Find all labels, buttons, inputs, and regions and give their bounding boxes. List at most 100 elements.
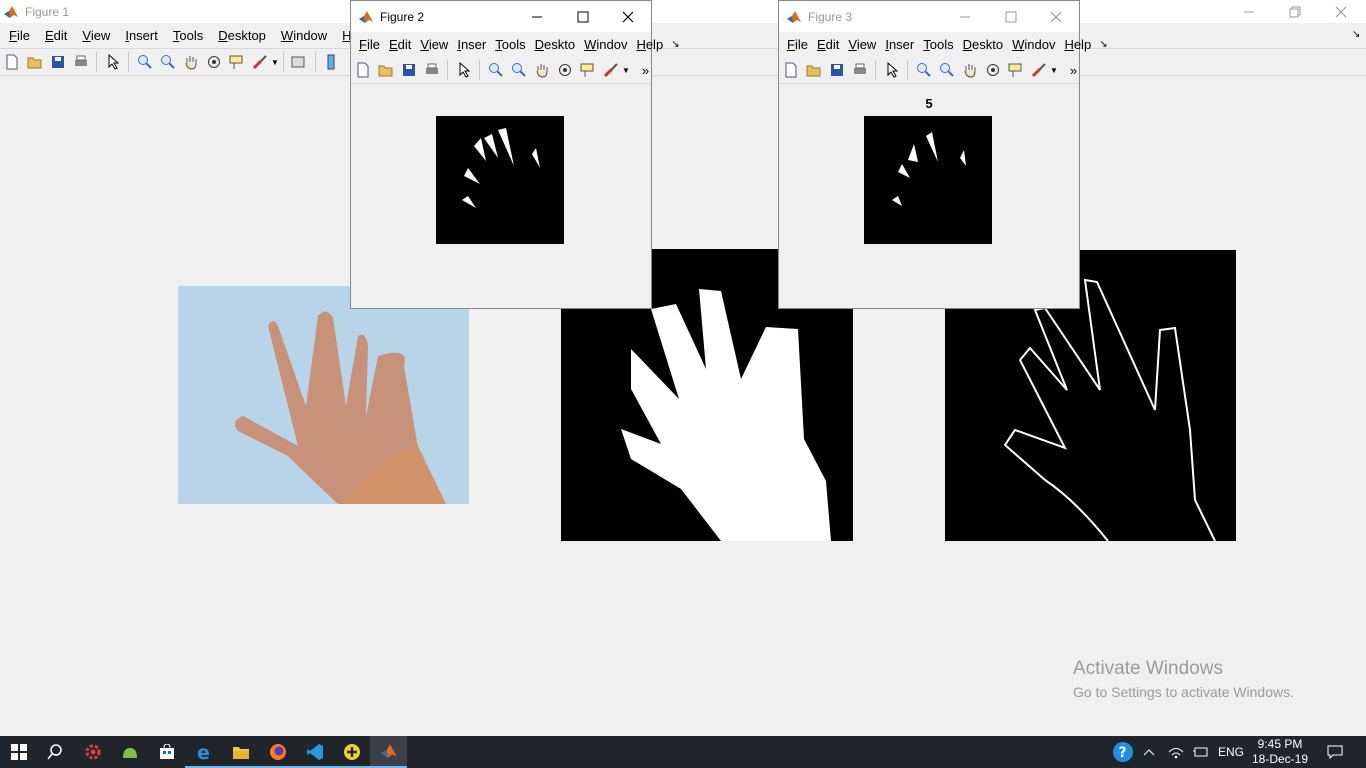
open-file-icon[interactable]	[374, 59, 397, 81]
menu-help[interactable]: Help	[1064, 37, 1091, 52]
link-plot-icon[interactable]	[288, 51, 311, 73]
plot-title: 5	[925, 96, 933, 111]
zoom-out-icon[interactable]	[156, 51, 179, 73]
menu-insert[interactable]: Inser	[885, 37, 914, 52]
hand-photo	[178, 286, 469, 504]
figure1-window: Figure 1 File Edit View Insert Tools Des…	[0, 0, 1366, 736]
zoom-in-icon[interactable]	[133, 51, 156, 73]
underline-indicator	[222, 736, 259, 768]
menu-view[interactable]: View	[848, 37, 876, 52]
figure3-titlebar[interactable]: Figure 3	[779, 1, 1079, 32]
toolbar-divider	[128, 52, 129, 72]
clock[interactable]: 9:45 PM 18-Dec-19	[1246, 736, 1314, 768]
menu-view[interactable]: View	[82, 28, 110, 43]
menu-window[interactable]: Window	[281, 28, 327, 43]
minimize-button[interactable]	[1226, 0, 1272, 23]
data-cursor-icon[interactable]	[576, 59, 599, 81]
dropdown-arrow-icon[interactable]: ▼	[1050, 66, 1058, 75]
figure1-titlebar[interactable]: Figure 1	[0, 0, 1366, 23]
save-icon[interactable]	[825, 59, 848, 81]
new-figure-icon[interactable]	[351, 59, 374, 81]
menu-tools[interactable]: Tools	[173, 28, 203, 43]
close-button[interactable]	[1033, 1, 1079, 32]
restore-button[interactable]	[1272, 0, 1318, 23]
brush-icon[interactable]	[248, 51, 271, 73]
open-file-icon[interactable]	[23, 51, 46, 73]
brush-icon[interactable]	[599, 59, 622, 81]
minimize-button[interactable]	[942, 1, 988, 32]
collapse-arrow-icon[interactable]: ↘	[1099, 39, 1107, 50]
menu-file[interactable]: File	[359, 37, 380, 52]
colorbar-icon[interactable]	[320, 51, 343, 73]
collapse-arrow-icon[interactable]: ↘	[671, 39, 679, 50]
brush-icon[interactable]	[1027, 59, 1050, 81]
close-button[interactable]	[1318, 0, 1364, 23]
underline-indicator	[259, 736, 296, 768]
maximize-button[interactable]	[560, 1, 606, 32]
new-figure-icon[interactable]	[779, 59, 802, 81]
rotate-icon[interactable]	[553, 59, 576, 81]
zoom-in-icon[interactable]	[484, 59, 507, 81]
print-icon[interactable]	[69, 51, 92, 73]
rotate-icon[interactable]	[981, 59, 1004, 81]
zoom-in-icon[interactable]	[912, 59, 935, 81]
menu-file[interactable]: File	[787, 37, 808, 52]
print-icon[interactable]	[420, 59, 443, 81]
matlab-icon	[786, 9, 802, 25]
menu-window[interactable]: Windov	[584, 37, 627, 52]
menu-tools[interactable]: Tools	[923, 37, 953, 52]
menu-help[interactable]: Help	[636, 37, 663, 52]
open-file-icon[interactable]	[802, 59, 825, 81]
menu-window[interactable]: Windov	[1012, 37, 1055, 52]
more-tools-icon[interactable]: »	[642, 63, 649, 78]
wifi-icon[interactable]	[1162, 736, 1190, 768]
new-figure-icon[interactable]	[0, 51, 23, 73]
menu-file[interactable]: File	[9, 28, 30, 43]
pointer-icon[interactable]	[880, 59, 903, 81]
dropdown-arrow-icon[interactable]: ▼	[622, 66, 630, 75]
zoom-out-icon[interactable]	[935, 59, 958, 81]
fingertips-mask-image	[436, 116, 564, 244]
pan-icon[interactable]	[530, 59, 553, 81]
battery-icon[interactable]	[1188, 736, 1214, 768]
print-icon[interactable]	[848, 59, 871, 81]
matlab-icon	[3, 4, 19, 20]
search-icon[interactable]	[36, 736, 73, 768]
pan-icon[interactable]	[179, 51, 202, 73]
matlab-taskbar-icon[interactable]	[370, 736, 407, 768]
chevron-up-icon[interactable]	[1134, 736, 1164, 768]
data-cursor-icon[interactable]	[1004, 59, 1027, 81]
more-tools-icon[interactable]: »	[1070, 63, 1077, 78]
menu-edit[interactable]: Edit	[389, 37, 411, 52]
menu-edit[interactable]: Edit	[45, 28, 67, 43]
language-indicator[interactable]: ENG	[1218, 745, 1244, 759]
collapse-arrow-icon[interactable]: ↘	[1352, 29, 1360, 40]
minimize-button[interactable]	[514, 1, 560, 32]
store-bag-icon[interactable]	[148, 736, 185, 768]
menu-desktop[interactable]: Desktop	[218, 28, 266, 43]
save-icon[interactable]	[397, 59, 420, 81]
android-studio-icon[interactable]	[111, 736, 148, 768]
menu-view[interactable]: View	[420, 37, 448, 52]
start-windows-icon[interactable]	[0, 736, 37, 768]
data-cursor-icon[interactable]	[225, 51, 248, 73]
menu-insert[interactable]: Inser	[457, 37, 486, 52]
pan-icon[interactable]	[958, 59, 981, 81]
menu-desktop[interactable]: Deskto	[963, 37, 1003, 52]
menu-insert[interactable]: Insert	[125, 28, 158, 43]
figure2-titlebar[interactable]: Figure 2	[351, 1, 651, 32]
underline-indicator	[185, 736, 222, 768]
dropdown-arrow-icon[interactable]: ▼	[271, 58, 279, 67]
settings-gear-icon[interactable]	[74, 736, 111, 768]
menu-edit[interactable]: Edit	[817, 37, 839, 52]
rotate-icon[interactable]	[202, 51, 225, 73]
pointer-icon[interactable]	[452, 59, 475, 81]
menu-desktop[interactable]: Deskto	[535, 37, 575, 52]
maximize-button[interactable]	[988, 1, 1034, 32]
close-button[interactable]	[605, 1, 651, 32]
zoom-out-icon[interactable]	[507, 59, 530, 81]
pointer-icon[interactable]	[101, 51, 124, 73]
notification-icon[interactable]	[1320, 736, 1350, 768]
menu-tools[interactable]: Tools	[495, 37, 525, 52]
save-icon[interactable]	[46, 51, 69, 73]
